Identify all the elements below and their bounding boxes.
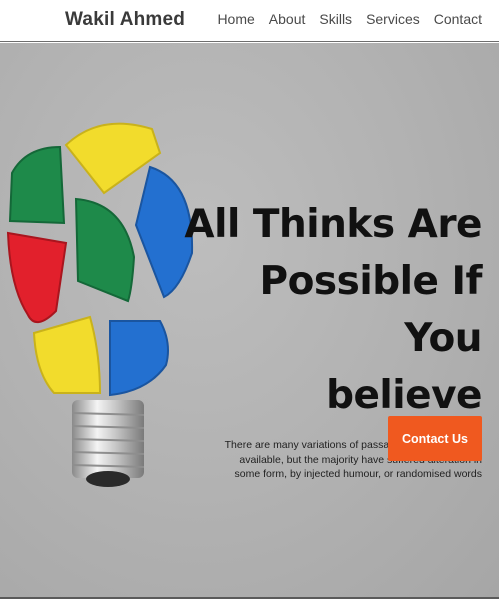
nav-link-about[interactable]: About [269,11,306,27]
headline-line-1: All Thinks Are [184,202,482,247]
nav-link-home[interactable]: Home [217,11,254,27]
top-navbar: Wakil Ahmed Home About Skills Services C… [0,0,499,42]
headline-line-3: believe [326,373,482,418]
nav-menu: Home About Skills Services Contact [217,11,482,27]
headline-line-2: Possible If You [259,259,483,361]
nav-link-services[interactable]: Services [366,11,420,27]
contact-us-button[interactable]: Contact Us [388,416,482,461]
nav-link-contact[interactable]: Contact [434,11,482,27]
nav-link-skills[interactable]: Skills [319,11,352,27]
brand-name[interactable]: Wakil Ahmed [65,9,185,31]
hero-section: All Thinks Are Possible If You believe T… [0,43,499,597]
hero-headline: All Thinks Are Possible If You believe [182,196,482,424]
